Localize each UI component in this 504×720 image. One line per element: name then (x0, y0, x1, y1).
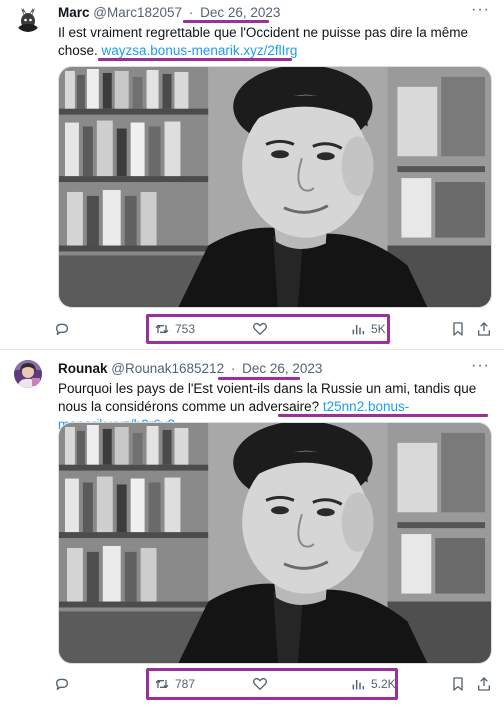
heart-icon (253, 677, 267, 690)
views-count: 5K (371, 322, 386, 336)
reply-icon (56, 323, 68, 335)
author-name[interactable]: Rounak (58, 361, 108, 376)
bookmark-icon (453, 322, 463, 336)
avatar[interactable] (14, 4, 42, 32)
tweet-date[interactable]: Dec 26, 2023 (200, 5, 280, 20)
tweet-link[interactable]: wayzsa.bonus-menarik.xyz/2flIrg (102, 43, 298, 58)
separator-dot: · (230, 361, 236, 376)
views-icon (352, 680, 365, 690)
views-count: 5.2K (371, 677, 396, 691)
tweet-divider (0, 349, 504, 350)
tweet-body: Pourquoi les pays de l'Est voient-ils da… (58, 381, 477, 414)
retweet-count: 753 (175, 322, 196, 336)
heart-icon (253, 322, 267, 335)
share-icon (478, 677, 490, 691)
portrait-photo (59, 423, 491, 663)
reply-button[interactable] (54, 673, 70, 695)
like-button[interactable] (252, 318, 268, 340)
more-options-icon[interactable]: ··· (471, 1, 490, 19)
portrait-photo (59, 67, 491, 307)
avatar-image (14, 4, 42, 32)
share-icon (478, 322, 490, 336)
date-highlight-underline (183, 20, 269, 23)
more-options-icon[interactable]: ··· (471, 357, 490, 375)
retweet-button[interactable]: 787 (154, 673, 195, 695)
retweet-count: 787 (175, 677, 196, 691)
tweet-header: Rounak @Rounak1685212 · Dec 26, 2023 (58, 361, 322, 376)
tweet-photo[interactable] (58, 422, 492, 664)
bookmark-button[interactable] (450, 318, 466, 340)
tweet-date[interactable]: Dec 26, 2023 (242, 361, 322, 376)
reply-button[interactable] (54, 318, 70, 340)
author-name[interactable]: Marc (58, 5, 90, 20)
tweet-photo[interactable] (58, 66, 492, 308)
share-button[interactable] (476, 673, 492, 695)
author-handle[interactable]: @Rounak1685212 (111, 361, 224, 376)
views-icon (352, 325, 365, 335)
like-button[interactable] (252, 673, 268, 695)
link-highlight-underline (98, 58, 292, 61)
link-highlight-underline (278, 414, 488, 417)
views-button[interactable]: 5K (350, 318, 386, 340)
retweet-icon (155, 679, 169, 689)
retweet-button[interactable]: 753 (154, 318, 195, 340)
tweet-actions: 787 5.2K (54, 673, 500, 695)
separator-dot: · (188, 5, 194, 20)
tweet-card[interactable]: Rounak @Rounak1685212 · Dec 26, 2023 ···… (0, 352, 504, 706)
reply-icon (56, 678, 68, 690)
tweet-card[interactable]: Marc @Marc182057 · Dec 26, 2023 ··· Il e… (0, 0, 504, 350)
bookmark-button[interactable] (450, 673, 466, 695)
bookmark-icon (453, 677, 463, 691)
avatar[interactable] (14, 360, 42, 388)
share-button[interactable] (476, 318, 492, 340)
retweet-icon (155, 324, 169, 334)
avatar-image (14, 360, 42, 388)
tweet-header: Marc @Marc182057 · Dec 26, 2023 (58, 5, 280, 20)
views-button[interactable]: 5.2K (350, 673, 396, 695)
tweet-text: Il est vraiment regrettable que l'Occide… (58, 24, 494, 60)
tweet-actions: 753 5K (54, 318, 500, 340)
author-handle[interactable]: @Marc182057 (93, 5, 182, 20)
